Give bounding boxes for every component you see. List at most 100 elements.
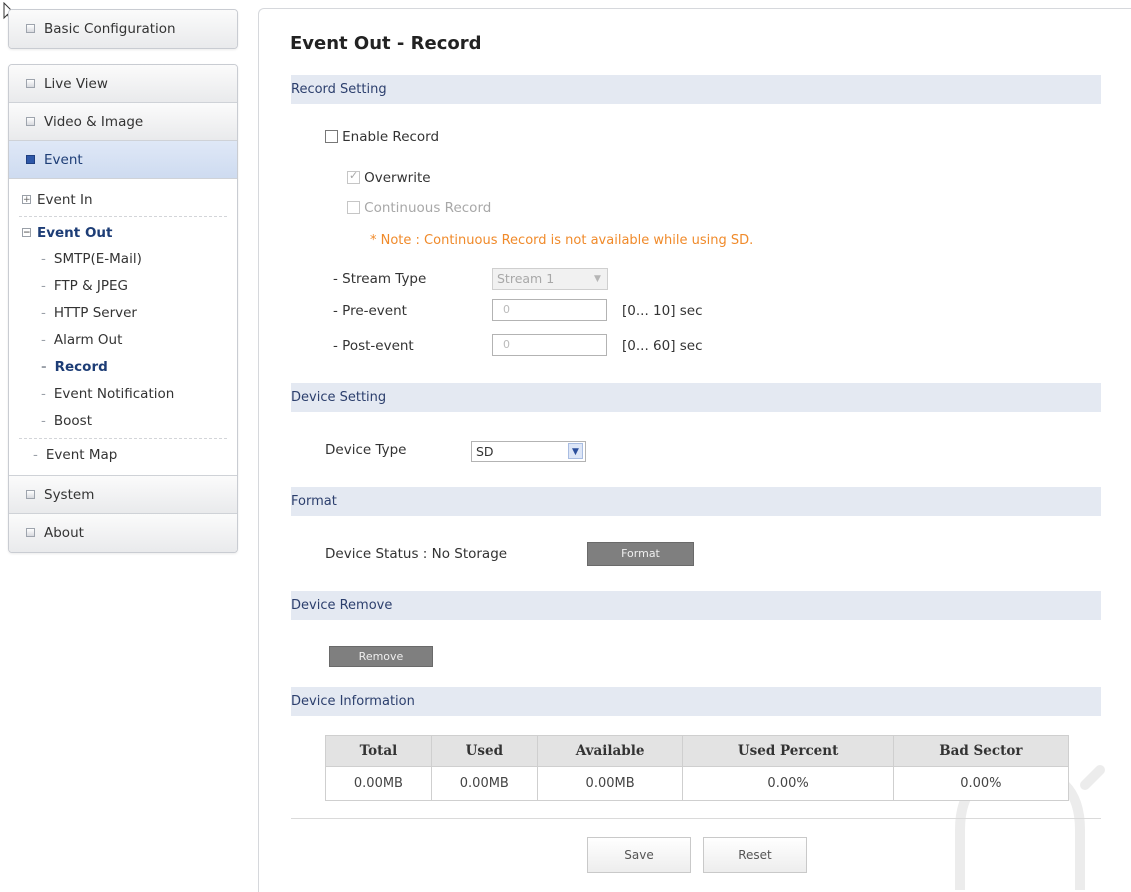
post-event-label: - Post-event: [333, 338, 414, 354]
continuous-record-checkbox[interactable]: [347, 201, 360, 214]
device-type-value: SD: [476, 444, 494, 459]
enable-record-label: Enable Record: [342, 129, 440, 145]
leaf-label: Event Notification: [53, 386, 175, 402]
sidebar-item-label: System: [44, 487, 95, 503]
stream-type-label: - Stream Type: [333, 271, 427, 287]
sidebar-item-label: Video & Image: [44, 114, 144, 130]
plus-icon[interactable]: +: [22, 194, 31, 204]
section-header-label: Format: [291, 494, 337, 509]
bullet-icon: -: [41, 359, 47, 375]
bullet-icon: -: [41, 251, 46, 267]
divider: [291, 818, 1101, 819]
expand-square-icon: [26, 23, 35, 33]
bullet-icon: -: [41, 413, 46, 429]
bullet-icon: -: [41, 278, 46, 294]
device-information-table: Total Used Available Used Percent Bad Se…: [325, 735, 1070, 801]
checkmark-icon: ✓: [349, 169, 359, 182]
column-header-used: Used: [430, 735, 538, 767]
section-header-label: Device Setting: [291, 390, 387, 405]
column-header-used-percent: Used Percent: [682, 735, 894, 767]
expand-square-icon: [26, 489, 35, 499]
continuous-record-row: Continuous Record: [347, 200, 491, 216]
sidebar-item-label: About: [44, 525, 84, 541]
device-type-label: Device Type: [325, 442, 407, 458]
reset-button[interactable]: Reset: [703, 837, 807, 873]
sidebar-item-event-notification[interactable]: - Event Notification: [9, 381, 237, 408]
sidebar-item-event-map[interactable]: - Event Map: [9, 442, 237, 469]
sidebar-item-label: Event: [44, 152, 83, 168]
bullet-icon: -: [41, 386, 46, 402]
sidebar-menu: Live View Video & Image Event + Event In …: [8, 64, 238, 553]
continuous-record-label: Continuous Record: [364, 200, 492, 216]
tree-item-label: Event Out: [37, 225, 113, 241]
sidebar-item-video-image[interactable]: Video & Image: [9, 103, 237, 141]
pre-event-label: - Pre-event: [333, 303, 407, 319]
expand-square-icon: [26, 116, 35, 126]
section-header-label: Device Remove: [291, 598, 393, 613]
sidebar-item-http-server[interactable]: - HTTP Server: [9, 300, 237, 327]
section-header-label: Device Information: [291, 694, 415, 709]
sidebar-item-smtp[interactable]: - SMTP(E-Mail): [9, 246, 237, 273]
sidebar-item-event[interactable]: Event: [9, 141, 237, 179]
overwrite-row: ✓ Overwrite: [347, 169, 431, 186]
cell-bad-sector: 0.00%: [892, 766, 1070, 801]
sidebar-item-alarm-out[interactable]: - Alarm Out: [9, 327, 237, 354]
column-header-available: Available: [536, 735, 684, 767]
section-header-device-information: Device Information: [291, 687, 1101, 716]
divider: [19, 438, 227, 439]
pre-event-input[interactable]: 0: [492, 299, 607, 321]
overwrite-checkbox[interactable]: ✓: [347, 169, 360, 184]
sidebar-basic-configuration-box: Basic Configuration: [8, 9, 238, 49]
section-header-device-remove: Device Remove: [291, 591, 1101, 620]
tree-item-event-in[interactable]: + Event In: [9, 187, 237, 213]
collapse-square-icon: [26, 154, 35, 164]
section-header-device-setting: Device Setting: [291, 383, 1101, 412]
leaf-label: Event Map: [45, 447, 118, 463]
device-status-text: Device Status : No Storage: [325, 546, 508, 562]
minus-icon[interactable]: −: [22, 227, 31, 237]
enable-record-row: Enable Record: [325, 129, 439, 145]
sidebar-item-label: Basic Configuration: [44, 21, 176, 37]
sidebar-item-basic-configuration[interactable]: Basic Configuration: [9, 10, 237, 48]
bullet-icon: -: [41, 332, 46, 348]
stream-type-select[interactable]: Stream 1 ▼: [492, 268, 608, 290]
leaf-label: FTP & JPEG: [53, 278, 129, 294]
continuous-record-note: * Note : Continuous Record is not availa…: [370, 233, 754, 248]
cell-used-percent: 0.00%: [682, 766, 894, 801]
sidebar-item-live-view[interactable]: Live View: [9, 65, 237, 103]
cell-available: 0.00MB: [536, 766, 684, 801]
sidebar-item-ftp-jpeg[interactable]: - FTP & JPEG: [9, 273, 237, 300]
event-submenu: + Event In − Event Out - SMTP(E-Mail) - FTP …: [9, 179, 237, 476]
cell-used: 0.00MB: [430, 766, 538, 801]
format-button[interactable]: Format: [587, 542, 694, 566]
expand-square-icon: [26, 527, 35, 537]
overwrite-label: Overwrite: [364, 170, 431, 186]
leaf-label: SMTP(E-Mail): [53, 251, 142, 267]
leaf-label: HTTP Server: [53, 305, 137, 321]
divider: [19, 216, 227, 217]
sidebar-item-boost[interactable]: - Boost: [9, 408, 237, 435]
leaf-label: Alarm Out: [53, 332, 123, 348]
bullet-icon: -: [41, 305, 46, 321]
device-type-select[interactable]: SD ▼: [471, 441, 586, 462]
page-title: Event Out - Record: [290, 33, 482, 54]
sidebar-item-system[interactable]: System: [9, 476, 237, 514]
post-event-input[interactable]: 0: [492, 334, 607, 356]
cell-total: 0.00MB: [325, 766, 432, 801]
sidebar-item-record[interactable]: - Record: [9, 354, 237, 381]
column-header-bad-sector: Bad Sector: [892, 735, 1070, 767]
post-event-range: [0... 60] sec: [622, 338, 703, 354]
chevron-down-icon: ▼: [594, 274, 601, 284]
remove-button[interactable]: Remove: [329, 646, 433, 667]
section-header-record-setting: Record Setting: [291, 75, 1101, 104]
expand-square-icon: [26, 78, 35, 88]
column-header-total: Total: [325, 735, 432, 767]
pre-event-range: [0... 10] sec: [622, 303, 703, 319]
tree-item-event-out[interactable]: − Event Out: [9, 220, 237, 246]
tree-item-label: Event In: [37, 192, 93, 208]
leaf-label: Record: [54, 359, 108, 375]
save-button[interactable]: Save: [587, 837, 691, 873]
enable-record-checkbox[interactable]: [325, 130, 338, 143]
section-header-label: Record Setting: [291, 82, 387, 97]
sidebar-item-about[interactable]: About: [9, 514, 237, 552]
